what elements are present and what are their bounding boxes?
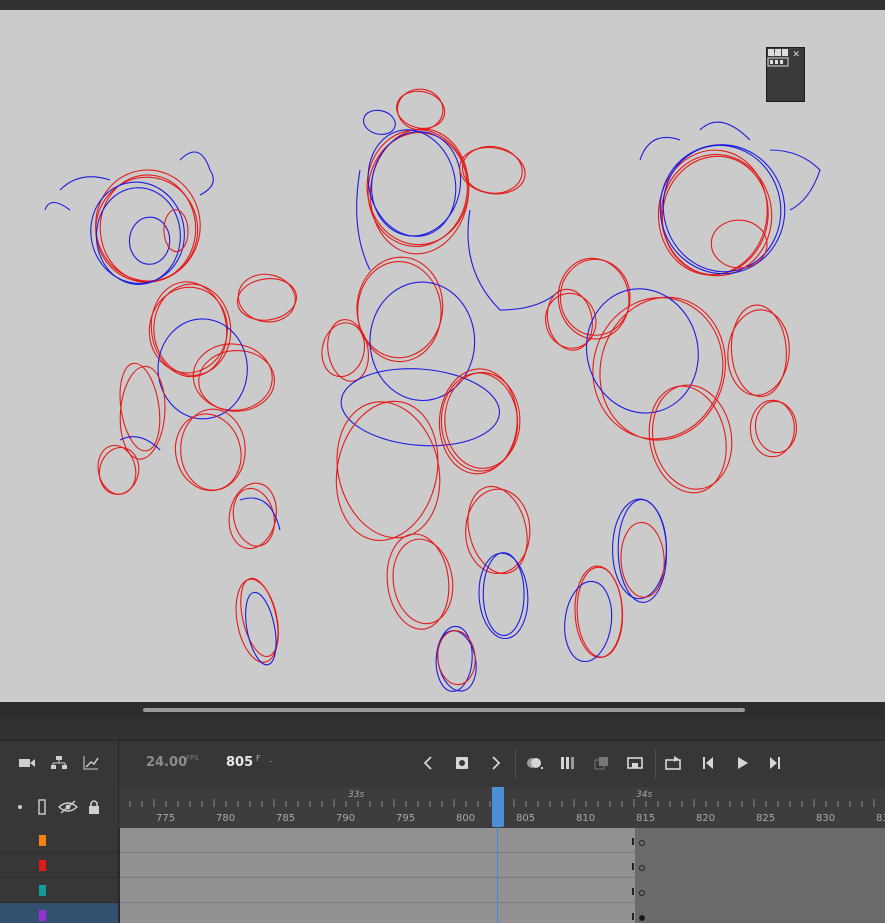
span-end-marker bbox=[632, 863, 634, 870]
keyframe-marker[interactable] bbox=[639, 890, 645, 896]
span-end-marker bbox=[632, 838, 634, 845]
layer-name-cell[interactable] bbox=[0, 903, 119, 923]
edit-multiple-frames-icon[interactable] bbox=[624, 752, 646, 774]
ruler-tick-label: 815 bbox=[636, 813, 655, 824]
onion-outline-icon[interactable] bbox=[591, 752, 613, 774]
ruler-tick-label: 820 bbox=[696, 813, 715, 824]
ruler-tick-label: 835 bbox=[876, 813, 885, 824]
ruler-tick-label: 775 bbox=[156, 813, 175, 824]
current-frame-value[interactable]: 805 bbox=[226, 755, 253, 770]
frame-unit: F bbox=[256, 754, 261, 763]
playhead-handle[interactable] bbox=[492, 787, 504, 827]
timeline-header: 775 780 785 790 795 800 805 810 815 820 825 830 835 3… bbox=[0, 787, 885, 828]
onion-range-icon[interactable] bbox=[557, 752, 579, 774]
ruler-tick-label: 800 bbox=[456, 813, 475, 824]
step-forward-icon[interactable] bbox=[764, 752, 786, 774]
stage-canvas[interactable]: » ✕ bbox=[0, 10, 885, 702]
keyframe-marker[interactable] bbox=[639, 915, 645, 921]
ruler-tick-label: 825 bbox=[756, 813, 775, 824]
keyboard-grid-icon[interactable] bbox=[767, 48, 789, 68]
layer-header-controls bbox=[0, 787, 119, 828]
timeline-toolbar: 24.00 FPS 805 F bbox=[0, 741, 885, 787]
graph-icon[interactable] bbox=[80, 752, 102, 774]
insert-keyframe-icon[interactable] bbox=[451, 752, 473, 774]
onion-skin-icon[interactable] bbox=[524, 752, 546, 774]
layer-list bbox=[0, 828, 885, 923]
close-icon[interactable]: ✕ bbox=[792, 50, 800, 60]
fps-value[interactable]: 24.00 bbox=[146, 755, 187, 770]
prev-keyframe-icon[interactable] bbox=[417, 752, 439, 774]
layer-name-cell[interactable] bbox=[0, 878, 119, 903]
layer-name-cell[interactable] bbox=[0, 853, 119, 878]
ruler-tick-label: 830 bbox=[816, 813, 835, 824]
layer-frames[interactable] bbox=[120, 878, 885, 903]
ruler-second-label: 34s bbox=[636, 790, 652, 800]
play-icon[interactable] bbox=[731, 752, 753, 774]
keyframe-marker[interactable] bbox=[639, 865, 645, 871]
ruler-tick-label: 805 bbox=[516, 813, 535, 824]
top-bar bbox=[0, 0, 885, 10]
ruler-tick-label: 785 bbox=[276, 813, 295, 824]
layer-name-cell[interactable] bbox=[0, 828, 119, 853]
camera-icon[interactable] bbox=[16, 752, 38, 774]
layer-row[interactable] bbox=[0, 878, 885, 903]
ruler-tick-label: 795 bbox=[396, 813, 415, 824]
hide-all-eye-icon[interactable] bbox=[57, 796, 79, 818]
layer-row[interactable] bbox=[0, 853, 885, 878]
ruler-tick-label: 790 bbox=[336, 813, 355, 824]
layer-row[interactable] bbox=[0, 903, 885, 923]
span-end-marker bbox=[632, 913, 634, 920]
stage-horizontal-scrollbar[interactable] bbox=[0, 702, 885, 719]
span-end-marker bbox=[632, 888, 634, 895]
layer-color-swatch[interactable] bbox=[39, 835, 46, 846]
layer-color-swatch[interactable] bbox=[39, 885, 46, 896]
next-keyframe-icon[interactable] bbox=[485, 752, 507, 774]
animate-app: » ✕ 24 bbox=[0, 0, 885, 923]
layer-frames[interactable] bbox=[120, 853, 885, 878]
bullet-dot-icon[interactable] bbox=[9, 796, 31, 818]
fps-unit: FPS bbox=[186, 754, 199, 762]
ruler-tick-label: 810 bbox=[576, 813, 595, 824]
floating-tool-panel[interactable]: » ✕ bbox=[766, 47, 805, 102]
layer-row[interactable] bbox=[0, 828, 885, 853]
keyframe-marker[interactable] bbox=[639, 840, 645, 846]
layer-frames[interactable] bbox=[120, 828, 885, 853]
layer-color-swatch[interactable] bbox=[39, 860, 46, 871]
layer-hierarchy-icon[interactable] bbox=[48, 752, 70, 774]
outline-toggle-icon[interactable] bbox=[31, 796, 53, 818]
panel-separator[interactable] bbox=[0, 719, 885, 741]
scrollbar-thumb[interactable] bbox=[143, 708, 745, 712]
ruler-second-label: 33s bbox=[348, 790, 364, 800]
layer-frames[interactable] bbox=[120, 903, 885, 923]
step-back-icon[interactable] bbox=[698, 752, 720, 774]
ruler-tick-label: 780 bbox=[216, 813, 235, 824]
loop-icon[interactable] bbox=[663, 752, 685, 774]
lock-all-icon[interactable] bbox=[83, 796, 105, 818]
sketch-drawing bbox=[44, 88, 821, 692]
layer-color-swatch[interactable] bbox=[39, 910, 46, 921]
